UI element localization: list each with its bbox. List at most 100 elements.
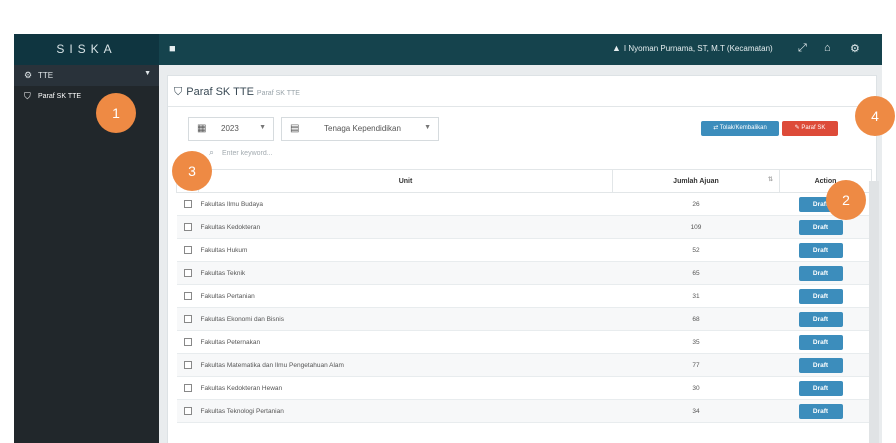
row-checkbox[interactable] xyxy=(176,215,199,239)
shield-icon: ⛉ xyxy=(174,86,183,98)
callout-marker-3: 3 xyxy=(172,151,212,191)
sidebar-item-paraf-sk-tte[interactable]: ⛉ Paraf SK TTE xyxy=(14,87,159,106)
table-row: Fakultas Hukum 52 Draft xyxy=(176,238,872,262)
row-checkbox[interactable] xyxy=(176,261,199,285)
return-button-label: Tolak/Kembalikan xyxy=(719,125,767,131)
table-row: Fakultas Teknik 65 Draft xyxy=(176,261,872,285)
calendar-icon: ▦ xyxy=(197,123,207,134)
count-cell: 65 xyxy=(612,261,780,285)
return-icon: ⇄ xyxy=(713,125,720,131)
action-cell: Draft xyxy=(779,284,872,308)
action-cell: Draft xyxy=(779,238,872,262)
unit-cell: Fakultas Ilmu Budaya xyxy=(198,192,613,216)
return-button[interactable]: ⇄ Tolak/Kembalikan xyxy=(701,121,779,136)
paraf-panel: ⛉ Paraf SK TTE Paraf SK TTE ▦ 2023 ▼ ▤ Ten… xyxy=(167,75,877,443)
top-navbar: SISKA ■ ▲ I Nyoman Purnama, ST, M.T (Keca… xyxy=(14,34,882,65)
draft-button[interactable]: Draft xyxy=(798,334,843,350)
action-cell: Draft xyxy=(779,399,872,423)
paraf-sk-button[interactable]: ✎ Paraf SK xyxy=(782,121,838,136)
home-icon[interactable]: ■ xyxy=(169,43,176,55)
unit-cell: Fakultas Hukum xyxy=(198,238,613,262)
user-name: I Nyoman Purnama, ST, M.T (Kecamatan) xyxy=(623,44,773,53)
draft-button[interactable]: Draft xyxy=(798,219,843,235)
row-checkbox[interactable] xyxy=(176,376,199,400)
draft-button[interactable]: Draft xyxy=(798,380,843,396)
draft-button[interactable]: Draft xyxy=(798,242,843,258)
table-row: Fakultas Teknologi Pertanian 34 Draft xyxy=(176,399,872,423)
action-cell: Draft xyxy=(779,353,872,377)
draft-button[interactable]: Draft xyxy=(798,311,843,327)
gear-icon[interactable]: ⚙ xyxy=(850,42,860,55)
count-cell: 35 xyxy=(612,330,780,354)
action-cell: Draft xyxy=(779,376,872,400)
unit-cell: Fakultas Ekonomi dan Bisnis xyxy=(198,307,613,331)
page-title: ⛉ Paraf SK TTE Paraf SK TTE xyxy=(174,86,300,99)
draft-button[interactable]: Draft xyxy=(798,265,843,281)
count-cell: 26 xyxy=(612,192,780,216)
unit-cell: Fakultas Teknik xyxy=(198,261,613,285)
column-header-count[interactable]: Jumlah Ajuan ⇅ xyxy=(612,169,780,193)
action-cell: Draft xyxy=(779,215,872,239)
column-header-count-label: Jumlah Ajuan xyxy=(673,177,719,185)
count-cell: 31 xyxy=(612,284,780,308)
expand-icon[interactable]: ⤢ xyxy=(798,42,807,55)
search-input[interactable] xyxy=(222,146,422,160)
table-row: Fakultas Peternakan 35 Draft xyxy=(176,330,872,354)
staff-type-select[interactable]: ▤ Tenaga Kependidikan ▼ xyxy=(281,117,439,141)
draft-button[interactable]: Draft xyxy=(798,357,843,373)
sort-icon: ⇅ xyxy=(767,177,773,183)
sidebar-group-tte[interactable]: ⚙ TTE ▼ xyxy=(14,65,159,86)
bank-icon[interactable]: ⌂ xyxy=(824,42,831,54)
count-cell: 109 xyxy=(612,215,780,239)
table-row: Fakultas Matematika dan Ilmu Pengetahuan… xyxy=(176,353,872,377)
table-row: Fakultas Pertanian 31 Draft xyxy=(176,284,872,308)
row-checkbox[interactable] xyxy=(176,353,199,377)
row-checkbox[interactable] xyxy=(176,284,199,308)
callout-marker-4: 4 xyxy=(855,96,895,136)
action-cell: Draft xyxy=(779,307,872,331)
chevron-down-icon: ▼ xyxy=(144,70,151,77)
chevron-down-icon: ▼ xyxy=(259,124,266,131)
staff-type-value: Tenaga Kependidikan xyxy=(324,124,401,133)
row-checkbox[interactable] xyxy=(176,330,199,354)
search-icon: ⌕ xyxy=(209,147,215,157)
table-row: Fakultas Ilmu Budaya 26 Draft xyxy=(176,192,872,216)
table-header-row: Unit Jumlah Ajuan ⇅ Action xyxy=(176,169,872,193)
table-row: Fakultas Kedokteran 109 Draft xyxy=(176,215,872,239)
page-title-text: Paraf SK TTE xyxy=(186,86,254,98)
unit-cell: Fakultas Teknologi Pertanian xyxy=(198,399,613,423)
action-cell: Draft xyxy=(779,330,872,354)
scrollbar[interactable] xyxy=(869,181,879,443)
unit-cell: Fakultas Matematika dan Ilmu Pengetahuan… xyxy=(198,353,613,377)
callout-marker-2: 2 xyxy=(826,180,866,220)
count-cell: 30 xyxy=(612,376,780,400)
row-checkbox[interactable] xyxy=(176,238,199,262)
draft-button[interactable]: Draft xyxy=(798,403,843,419)
unit-cell: Fakultas Pertanian xyxy=(198,284,613,308)
shield-icon: ⛉ xyxy=(24,91,31,101)
unit-cell: Fakultas Peternakan xyxy=(198,330,613,354)
user-menu[interactable]: ▲ I Nyoman Purnama, ST, M.T (Kecamatan) xyxy=(612,43,773,53)
page-subtitle: Paraf SK TTE xyxy=(256,90,300,97)
row-checkbox[interactable] xyxy=(176,399,199,423)
sidebar-group-label: TTE xyxy=(38,71,54,80)
user-alert-icon: ▲ xyxy=(612,43,621,53)
row-checkbox[interactable] xyxy=(176,192,199,216)
brand-logo[interactable]: SISKA xyxy=(14,34,159,65)
count-cell: 77 xyxy=(612,353,780,377)
count-cell: 68 xyxy=(612,307,780,331)
chevron-down-icon: ▼ xyxy=(424,124,431,131)
main-content: ⛉ Paraf SK TTE Paraf SK TTE ▦ 2023 ▼ ▤ Ten… xyxy=(159,65,882,443)
row-checkbox[interactable] xyxy=(176,307,199,331)
callout-marker-1: 1 xyxy=(96,93,136,133)
column-header-unit[interactable]: Unit xyxy=(198,169,613,193)
id-card-icon: ▤ xyxy=(290,123,300,134)
draft-button[interactable]: Draft xyxy=(798,288,843,304)
action-cell: Draft xyxy=(779,261,872,285)
unit-cell: Fakultas Kedokteran Hewan xyxy=(198,376,613,400)
submission-table: Unit Jumlah Ajuan ⇅ Action Fakultas Ilmu … xyxy=(176,169,872,423)
paraf-sk-button-label: Paraf SK xyxy=(801,125,826,131)
year-select[interactable]: ▦ 2023 ▼ xyxy=(188,117,274,141)
count-cell: 34 xyxy=(612,399,780,423)
year-select-value: 2023 xyxy=(221,124,239,133)
